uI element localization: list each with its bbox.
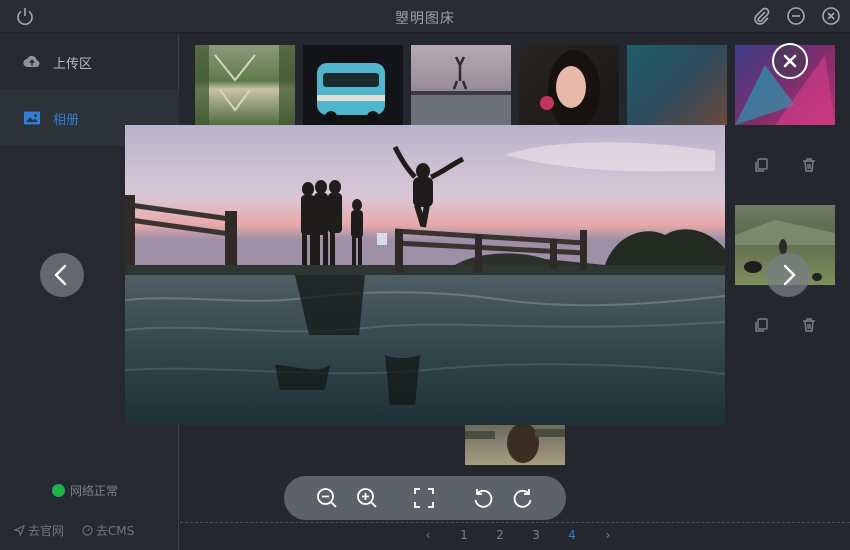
photo-thumbnail[interactable]	[519, 45, 619, 125]
rotate-right-icon[interactable]	[511, 486, 535, 510]
trash-icon[interactable]	[801, 157, 817, 173]
image-icon	[22, 108, 42, 128]
chevron-left-icon	[54, 264, 67, 286]
pagination-divider	[180, 522, 850, 523]
title-bar: 曌明图床	[0, 0, 850, 33]
status-dot	[52, 484, 65, 497]
network-status: 网络正常	[52, 482, 118, 499]
viewer-toolbar	[284, 476, 566, 520]
current-page-button[interactable]: 4	[554, 528, 590, 542]
sidebar-item-label: 相册	[53, 113, 80, 128]
zoom-in-icon[interactable]	[355, 486, 379, 510]
trash-icon[interactable]	[801, 317, 817, 333]
paperclip-icon[interactable]	[751, 6, 771, 26]
copy-icon[interactable]	[753, 157, 769, 173]
preview-image	[125, 125, 725, 425]
chevron-right-icon	[783, 264, 796, 286]
viewer-close-button[interactable]	[772, 43, 808, 79]
app-title: 曌明图床	[395, 11, 455, 27]
cloud-upload-icon	[22, 52, 42, 72]
sidebar-item-upload[interactable]: 上传区	[0, 34, 179, 90]
minimize-icon[interactable]	[786, 6, 806, 26]
footer-links: 去官网 去CMS	[13, 522, 148, 539]
network-status-text: 网络正常	[70, 484, 119, 498]
page-button[interactable]: 1	[446, 528, 482, 542]
photo-thumbnail[interactable]	[627, 45, 727, 125]
previous-image-button[interactable]	[40, 253, 84, 297]
cms-link[interactable]: 去CMS	[82, 524, 134, 538]
prev-page-button[interactable]: ‹	[410, 528, 446, 542]
fit-screen-icon[interactable]	[412, 486, 436, 510]
send-icon	[13, 524, 26, 537]
photo-thumbnail[interactable]	[195, 45, 295, 125]
photo-thumbnail[interactable]	[411, 45, 511, 125]
close-icon	[783, 54, 797, 68]
rotate-left-icon[interactable]	[471, 486, 495, 510]
photo-thumbnail[interactable]	[465, 425, 565, 465]
pagination: ‹ 1 2 3 4 ›	[410, 528, 626, 542]
next-image-button[interactable]	[766, 253, 810, 297]
sidebar-item-label: 上传区	[53, 57, 93, 72]
page-button[interactable]: 3	[518, 528, 554, 542]
thumbnail-actions	[735, 317, 835, 337]
dashboard-icon	[82, 525, 93, 536]
page-button[interactable]: 2	[482, 528, 518, 542]
official-site-link[interactable]: 去官网	[13, 524, 68, 538]
thumbnail-actions	[735, 157, 835, 177]
copy-icon[interactable]	[753, 317, 769, 333]
official-site-label: 去官网	[28, 524, 65, 538]
app-window: 曌明图床 上传区 相册 网络正常 去官网 去CMS ‹ 1 2 3 4 ›	[0, 0, 850, 550]
zoom-out-icon[interactable]	[315, 486, 339, 510]
close-window-icon[interactable]	[821, 6, 841, 26]
next-page-button[interactable]: ›	[590, 528, 626, 542]
cms-label: 去CMS	[95, 524, 135, 538]
photo-thumbnail[interactable]	[303, 45, 403, 125]
